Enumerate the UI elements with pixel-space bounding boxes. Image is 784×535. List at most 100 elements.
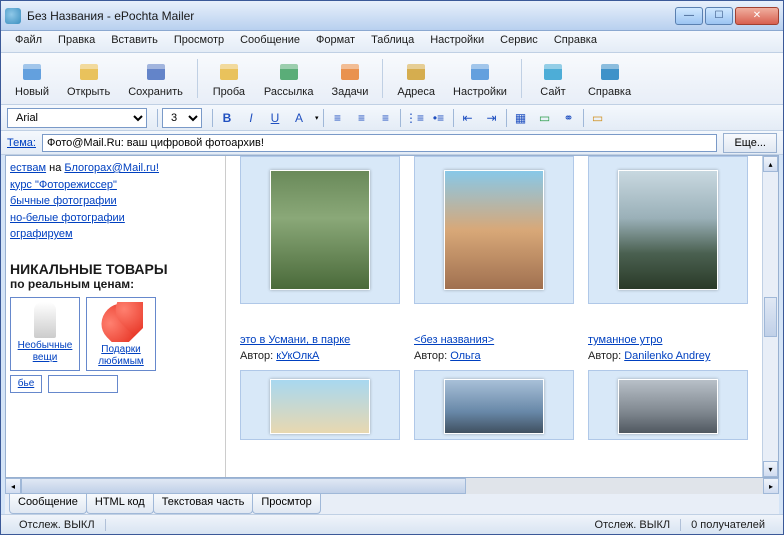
menu-settings[interactable]: Настройки [422,31,492,52]
menu-table[interactable]: Таблица [363,31,422,52]
italic-button[interactable]: I [241,108,261,128]
scroll-up-button[interactable]: ▴ [763,156,778,172]
statusbar: Отслеж. ВЫКЛ Отслеж. ВЫКЛ 0 получателей [1,514,783,534]
toolbar-send[interactable]: Рассылка [256,55,322,102]
link-events[interactable]: ествам [10,162,46,174]
toolbar-addresses[interactable]: Адреса [389,55,443,102]
align-right-button[interactable]: ≡ [376,108,396,128]
toolbar-open[interactable]: Открыть [59,55,118,102]
toolbar-label: Настройки [453,86,507,98]
minimize-button[interactable]: — [675,7,703,25]
align-left-button[interactable]: ≡ [328,108,348,128]
promo-link-gifts[interactable]: Подарки любимым [89,344,153,368]
field-button[interactable]: ▭ [588,108,608,128]
font-select[interactable]: Arial [7,108,147,128]
toolbar-label: Открыть [67,86,110,98]
bold-button[interactable]: B [217,108,237,128]
photo-thumbnail[interactable] [270,379,370,434]
subject-label[interactable]: Тема: [7,137,36,149]
promo-title: НИКАЛЬНЫЕ ТОВАРЫ [10,261,221,277]
scroll-thumb[interactable] [764,297,777,337]
toolbar-settings[interactable]: Настройки [445,55,515,102]
toolbar-label: Сайт [540,86,565,98]
toolbar-new-message[interactable]: Новый [7,55,57,102]
font-color-button[interactable]: A [289,108,309,128]
vertical-scrollbar[interactable]: ▴ ▾ [762,156,778,477]
menu-view[interactable]: Просмотр [166,31,232,52]
toolbar-site[interactable]: Сайт [528,55,578,102]
tab-text[interactable]: Текстовая часть [153,494,254,514]
menu-message[interactable]: Сообщение [232,31,308,52]
toolbar-tasks[interactable]: Задачи [323,55,376,102]
toolbar-help[interactable]: Справка [580,55,639,102]
menu-format[interactable]: Формат [308,31,363,52]
tab-message[interactable]: Сообщение [9,494,87,514]
photo-thumbnail[interactable] [618,379,718,434]
author-link[interactable]: Danilenko Andrey [624,350,710,362]
lamp-icon [34,302,56,338]
status-tracking-right: Отслеж. ВЫКЛ [585,519,682,531]
promo-item-lamp[interactable]: Необычные вещи [10,297,80,371]
promo-subtitle: по реальным ценам: [10,277,221,291]
indent-button[interactable]: ⇥ [482,108,502,128]
subject-input[interactable] [42,134,717,152]
menu-service[interactable]: Сервис [492,31,546,52]
scroll-down-button[interactable]: ▾ [763,461,778,477]
toolbar-test[interactable]: Проба [204,55,254,102]
toolbar-label: Новый [15,86,49,98]
status-tracking-left: Отслеж. ВЫКЛ [9,519,106,531]
link-button[interactable]: ⚭ [559,108,579,128]
numbered-list-button[interactable]: ⋮≡ [405,108,425,128]
underline-button[interactable]: U [265,108,285,128]
menu-insert[interactable]: Вставить [103,31,166,52]
promo-item-heart[interactable]: Подарки любимым [86,297,156,371]
link-unusual[interactable]: бычные фотографии [10,195,117,207]
promo-item-empty[interactable] [48,375,118,393]
photo-thumbnail[interactable] [270,170,370,290]
photo-title-link[interactable]: <без названия> [414,334,494,346]
align-center-button[interactable]: ≡ [352,108,372,128]
menu-edit[interactable]: Правка [50,31,103,52]
test-icon [217,60,241,84]
titlebar[interactable]: Без Названия - ePochta Mailer — ☐ ✕ [1,1,783,31]
toolbar-save[interactable]: Сохранить [120,55,191,102]
photo-title-link[interactable]: туманное утро [588,334,662,346]
link-blogorah[interactable]: Блогорах@Mail.ru! [64,162,159,174]
menu-file[interactable]: Файл [7,31,50,52]
image-button[interactable]: ▭ [535,108,555,128]
toolbar-label: Проба [213,86,245,98]
photo-thumbnail[interactable] [444,170,544,290]
link-bw[interactable]: но-белые фотографии [10,212,125,224]
promo-item-cut[interactable]: бье [10,375,42,393]
horizontal-scrollbar[interactable]: ◂ ▸ [5,478,779,494]
link-course[interactable]: курс "Фоторежиссер" [10,179,117,191]
size-select[interactable]: 3 [162,108,202,128]
maximize-button[interactable]: ☐ [705,7,733,25]
subject-bar: Тема: Еще... [1,131,783,155]
photo-title-link[interactable]: это в Усмани, в парке [240,334,350,346]
outdent-button[interactable]: ⇤ [458,108,478,128]
promo-link-cut[interactable]: бье [13,378,39,390]
gallery-card [414,370,574,440]
settings-icon [468,60,492,84]
photo-thumbnail[interactable] [618,170,718,290]
chevron-down-icon: ▾ [315,114,319,122]
promo-link-unusual[interactable]: Необычные вещи [13,340,77,364]
photo-frame [588,156,748,304]
link-shoot[interactable]: ографируем [10,228,73,240]
more-button[interactable]: Еще... [723,133,777,153]
heart-icon [99,302,143,342]
photo-frame [414,156,574,304]
table-button[interactable]: ▦ [511,108,531,128]
author-link[interactable]: кУкОлкА [276,350,319,362]
scroll-right-button[interactable]: ▸ [763,478,779,494]
scroll-left-button[interactable]: ◂ [5,478,21,494]
menu-help[interactable]: Справка [546,31,605,52]
h-scroll-thumb[interactable] [21,478,466,494]
author-link[interactable]: Ольга [450,350,480,362]
close-button[interactable]: ✕ [735,7,779,25]
bullet-list-button[interactable]: •≡ [429,108,449,128]
tab-preview[interactable]: Просмтор [252,494,320,514]
tab-html[interactable]: HTML код [86,494,154,514]
photo-thumbnail[interactable] [444,379,544,434]
